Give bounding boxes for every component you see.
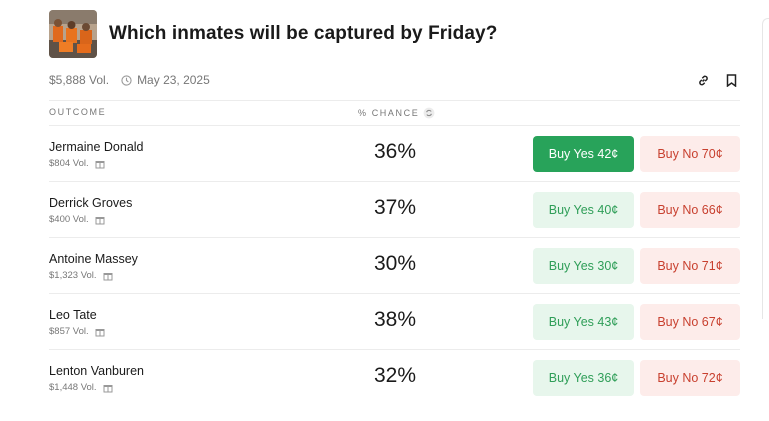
outcome-row: Lenton Vanburen $1,448 Vol. 32% Buy Yes … xyxy=(49,350,740,406)
buy-yes-button[interactable]: Buy Yes 30¢ xyxy=(533,248,634,284)
gift-icon xyxy=(95,327,105,337)
gift-icon xyxy=(103,271,113,281)
market-header: Which inmates will be captured by Friday… xyxy=(49,10,497,58)
outcome-volume-label: $1,448 Vol. xyxy=(49,382,97,393)
refresh-icon[interactable] xyxy=(423,107,435,119)
outcome-volume: $1,323 Vol. xyxy=(49,270,113,281)
column-header-chance-label: % CHANCE xyxy=(358,108,420,118)
gift-icon xyxy=(103,383,113,393)
buy-no-button[interactable]: Buy No 70¢ xyxy=(640,136,740,172)
buy-no-button[interactable]: Buy No 72¢ xyxy=(640,360,740,396)
buy-yes-button[interactable]: Buy Yes 36¢ xyxy=(533,360,634,396)
outcome-volume-label: $400 Vol. xyxy=(49,214,89,225)
buy-yes-button[interactable]: Buy Yes 42¢ xyxy=(533,136,634,172)
column-header-chance: % CHANCE xyxy=(358,107,435,119)
outcome-chance: 38% xyxy=(374,308,417,331)
outcome-chance: 37% xyxy=(374,196,417,219)
outcome-row: Antoine Massey $1,323 Vol. 30% Buy Yes 3… xyxy=(49,238,740,294)
market-meta: $5,888 Vol. May 23, 2025 xyxy=(49,73,210,87)
side-panel-edge xyxy=(762,18,769,319)
gift-icon xyxy=(95,215,105,225)
outcome-volume: $1,448 Vol. xyxy=(49,382,113,393)
market-volume: $5,888 Vol. xyxy=(49,73,110,87)
market-end-date: May 23, 2025 xyxy=(137,73,210,87)
outcome-chance: 30% xyxy=(374,252,417,275)
link-icon[interactable] xyxy=(695,72,711,88)
buy-no-button[interactable]: Buy No 66¢ xyxy=(640,192,740,228)
outcome-row: Leo Tate $857 Vol. 38% Buy Yes 43¢ Buy N… xyxy=(49,294,740,350)
buy-yes-button[interactable]: Buy Yes 43¢ xyxy=(533,304,634,340)
outcome-chance: 36% xyxy=(374,140,417,163)
outcome-volume: $400 Vol. xyxy=(49,214,105,225)
header-divider xyxy=(49,100,740,101)
outcome-volume-label: $857 Vol. xyxy=(49,326,89,337)
bookmark-icon[interactable] xyxy=(723,72,739,88)
outcome-volume: $804 Vol. xyxy=(49,158,105,169)
outcome-name: Leo Tate xyxy=(49,308,97,322)
outcome-volume: $857 Vol. xyxy=(49,326,105,337)
outcome-volume-label: $804 Vol. xyxy=(49,158,89,169)
column-header-outcome: OUTCOME xyxy=(49,107,107,117)
outcome-volume-label: $1,323 Vol. xyxy=(49,270,97,281)
outcome-name: Derrick Groves xyxy=(49,196,133,210)
clock-icon xyxy=(121,74,132,86)
outcome-row: Jermaine Donald $804 Vol. 36% Buy Yes 42… xyxy=(49,126,740,182)
market-actions xyxy=(695,72,739,88)
buy-yes-button[interactable]: Buy Yes 40¢ xyxy=(533,192,634,228)
buy-no-button[interactable]: Buy No 71¢ xyxy=(640,248,740,284)
gift-icon xyxy=(95,159,105,169)
outcome-name: Jermaine Donald xyxy=(49,140,144,154)
market-thumbnail xyxy=(49,10,97,58)
buy-no-button[interactable]: Buy No 67¢ xyxy=(640,304,740,340)
outcome-row: Derrick Groves $400 Vol. 37% Buy Yes 40¢… xyxy=(49,182,740,238)
outcome-name: Antoine Massey xyxy=(49,252,138,266)
outcome-name: Lenton Vanburen xyxy=(49,364,144,378)
market-page: Which inmates will be captured by Friday… xyxy=(0,0,769,421)
market-title: Which inmates will be captured by Friday… xyxy=(109,23,498,44)
outcome-chance: 32% xyxy=(374,364,417,387)
